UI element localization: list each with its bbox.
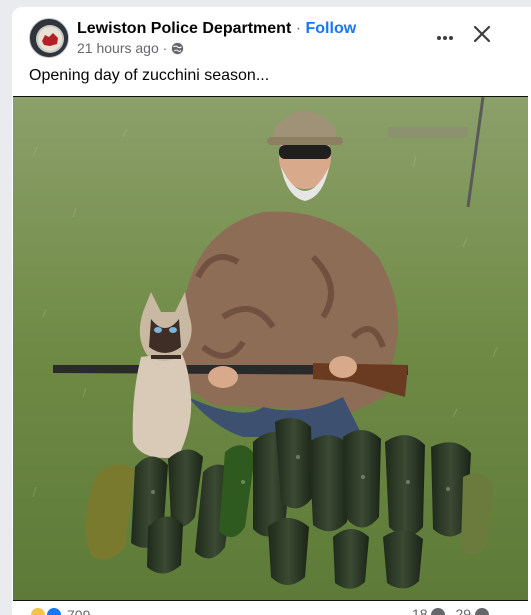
close-button[interactable] xyxy=(470,24,494,48)
more-options-button[interactable] xyxy=(432,25,458,49)
post-photo[interactable] xyxy=(13,96,528,601)
share-count-wrap[interactable]: 29 xyxy=(455,606,489,615)
post-timestamp[interactable]: 21 hours ago · xyxy=(77,40,167,56)
post-card: Lewiston Police Department · Follow 21 h… xyxy=(12,7,531,615)
comment-count: 18 xyxy=(412,606,428,615)
share-icon xyxy=(474,608,489,615)
close-icon xyxy=(473,25,491,48)
comment-icon xyxy=(431,608,446,615)
comment-count-wrap[interactable]: 18 xyxy=(412,606,446,615)
reaction-summary[interactable]: 709 xyxy=(29,606,90,615)
name-separator: · xyxy=(295,20,302,37)
engagement-counts: 18 29 xyxy=(412,606,489,615)
post-caption: Opening day of zucchini season... xyxy=(29,67,270,84)
post-meta: 21 hours ago · xyxy=(77,40,184,56)
globe-icon xyxy=(171,42,184,55)
reaction-count: 709 xyxy=(67,607,91,615)
share-count: 29 xyxy=(455,606,472,615)
follow-button[interactable]: Follow xyxy=(306,20,357,37)
like-reaction-icon xyxy=(45,606,63,615)
post-header: Lewiston Police Department · Follow 21 h… xyxy=(12,7,531,67)
page-name-link[interactable]: Lewiston Police Department xyxy=(77,20,291,37)
more-horizontal-icon xyxy=(436,28,454,46)
page-name-line: Lewiston Police Department · Follow xyxy=(77,20,356,38)
page-avatar[interactable] xyxy=(29,18,69,58)
